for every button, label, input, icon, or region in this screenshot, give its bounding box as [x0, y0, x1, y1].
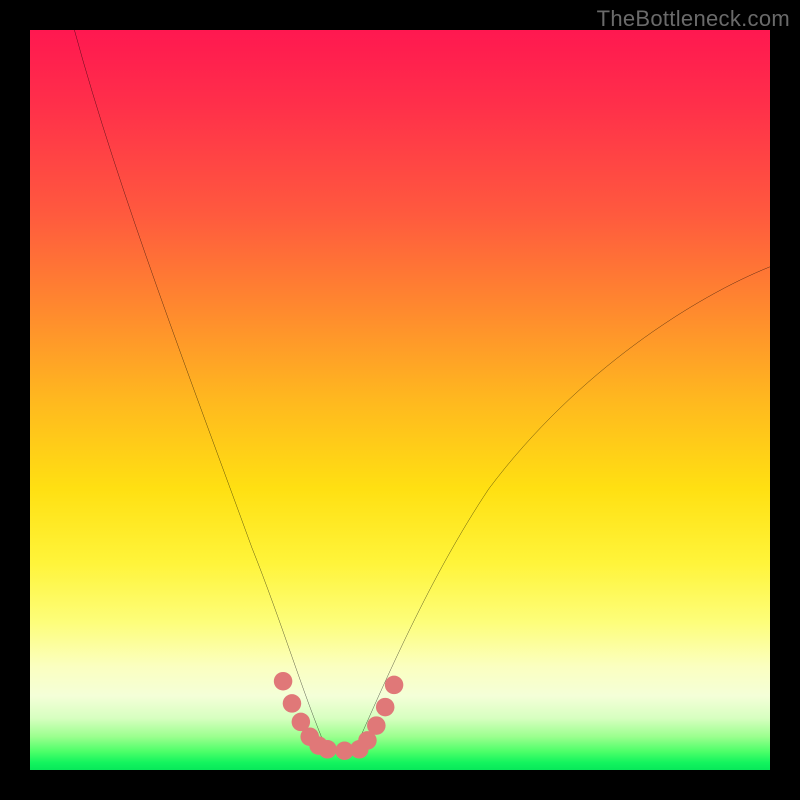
marker-dot: [274, 672, 293, 691]
left-branch-curve: [74, 30, 326, 748]
chart-container: TheBottleneck.com: [0, 0, 800, 800]
right-branch-curve: [356, 267, 770, 748]
marker-dot: [376, 698, 395, 717]
plot-area: [30, 30, 770, 770]
watermark-text: TheBottleneck.com: [597, 6, 790, 32]
marker-dot: [367, 716, 386, 735]
curve-overlay: [30, 30, 770, 770]
marker-dot: [318, 740, 337, 759]
marker-dot: [283, 694, 302, 713]
marker-dot: [385, 676, 404, 695]
valley-marker-group: [274, 672, 404, 760]
